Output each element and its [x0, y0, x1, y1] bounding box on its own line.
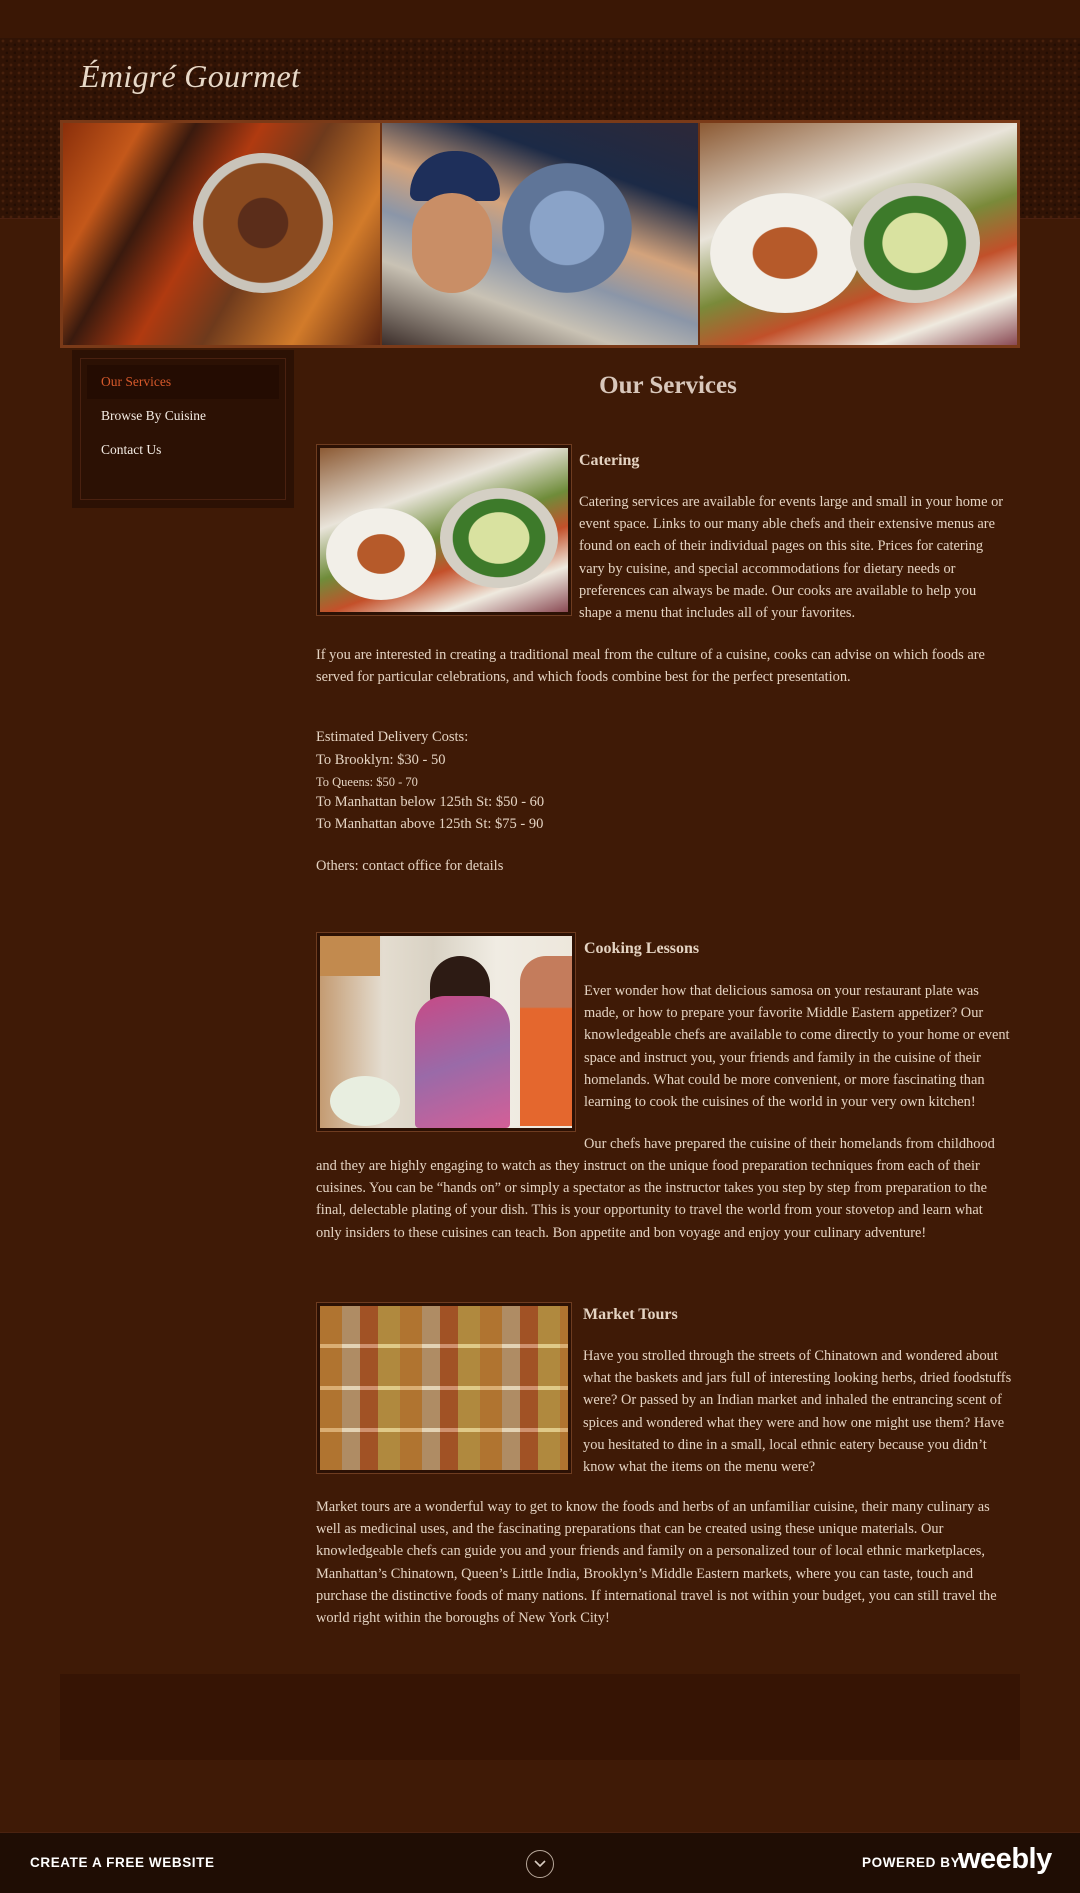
banner-photo-fried-food	[63, 123, 380, 345]
cooking-lessons-photo	[316, 932, 576, 1132]
page-title: Our Services	[599, 372, 737, 399]
banner-photo-crab-vendor	[381, 123, 699, 345]
delivery-brooklyn: To Brooklyn: $30 - 50	[316, 752, 446, 768]
catering-paragraph-1: Catering services are available for even…	[579, 494, 1004, 622]
chevron-down-icon	[534, 1860, 546, 1868]
market-paragraph-2: Market tours are a wonderful way to get …	[316, 1499, 997, 1627]
market-paragraph-1: Have you strolled through the streets of…	[583, 1348, 1012, 1476]
banner-photo-platter	[700, 123, 1017, 345]
delivery-heading: Estimated Delivery Costs:	[316, 729, 469, 745]
cooking-paragraph-2-first-line: Our chefs have prepared the cuisine of t…	[584, 1136, 995, 1152]
catering-title: Catering	[579, 452, 640, 469]
sidebar-nav: Our Services Browse By Cuisine Contact U…	[72, 350, 294, 508]
market-tours-photo	[316, 1302, 572, 1474]
nav-item-our-services[interactable]: Our Services	[87, 365, 279, 399]
weebly-logo[interactable]: weebly	[958, 1843, 1052, 1876]
delivery-queens: To Queens: $50 - 70	[316, 775, 418, 789]
powered-by-label: POWERED BY	[862, 1855, 961, 1870]
catering-photo	[316, 444, 572, 616]
cooking-paragraph-1: Ever wonder how that delicious samosa on…	[584, 983, 1010, 1111]
delivery-others: Others: contact office for details	[316, 858, 504, 874]
cooking-lessons-title: Cooking Lessons	[584, 940, 700, 957]
header-banner	[60, 120, 1020, 348]
top-strip	[0, 0, 1080, 39]
weebly-footer-bar: CREATE A FREE WEBSITE POWERED BY weebly	[0, 1832, 1080, 1893]
delivery-manhattan-above: To Manhattan above 125th St: $75 - 90	[316, 816, 544, 832]
delivery-manhattan-below: To Manhattan below 125th St: $50 - 60	[316, 794, 545, 810]
cooking-paragraph-2: and they are highly engaging to watch as…	[316, 1158, 988, 1241]
footer-area	[60, 1674, 1020, 1760]
catering-paragraph-2: If you are interested in creating a trad…	[316, 647, 985, 686]
nav-item-browse-by-cuisine[interactable]: Browse By Cuisine	[87, 399, 279, 433]
market-tours-title: Market Tours	[583, 1306, 678, 1323]
create-free-website-link[interactable]: CREATE A FREE WEBSITE	[30, 1855, 215, 1870]
nav-item-contact-us[interactable]: Contact Us	[87, 433, 279, 467]
chevron-down-button[interactable]	[526, 1850, 554, 1878]
site-title[interactable]: Émigré Gourmet	[80, 58, 300, 95]
